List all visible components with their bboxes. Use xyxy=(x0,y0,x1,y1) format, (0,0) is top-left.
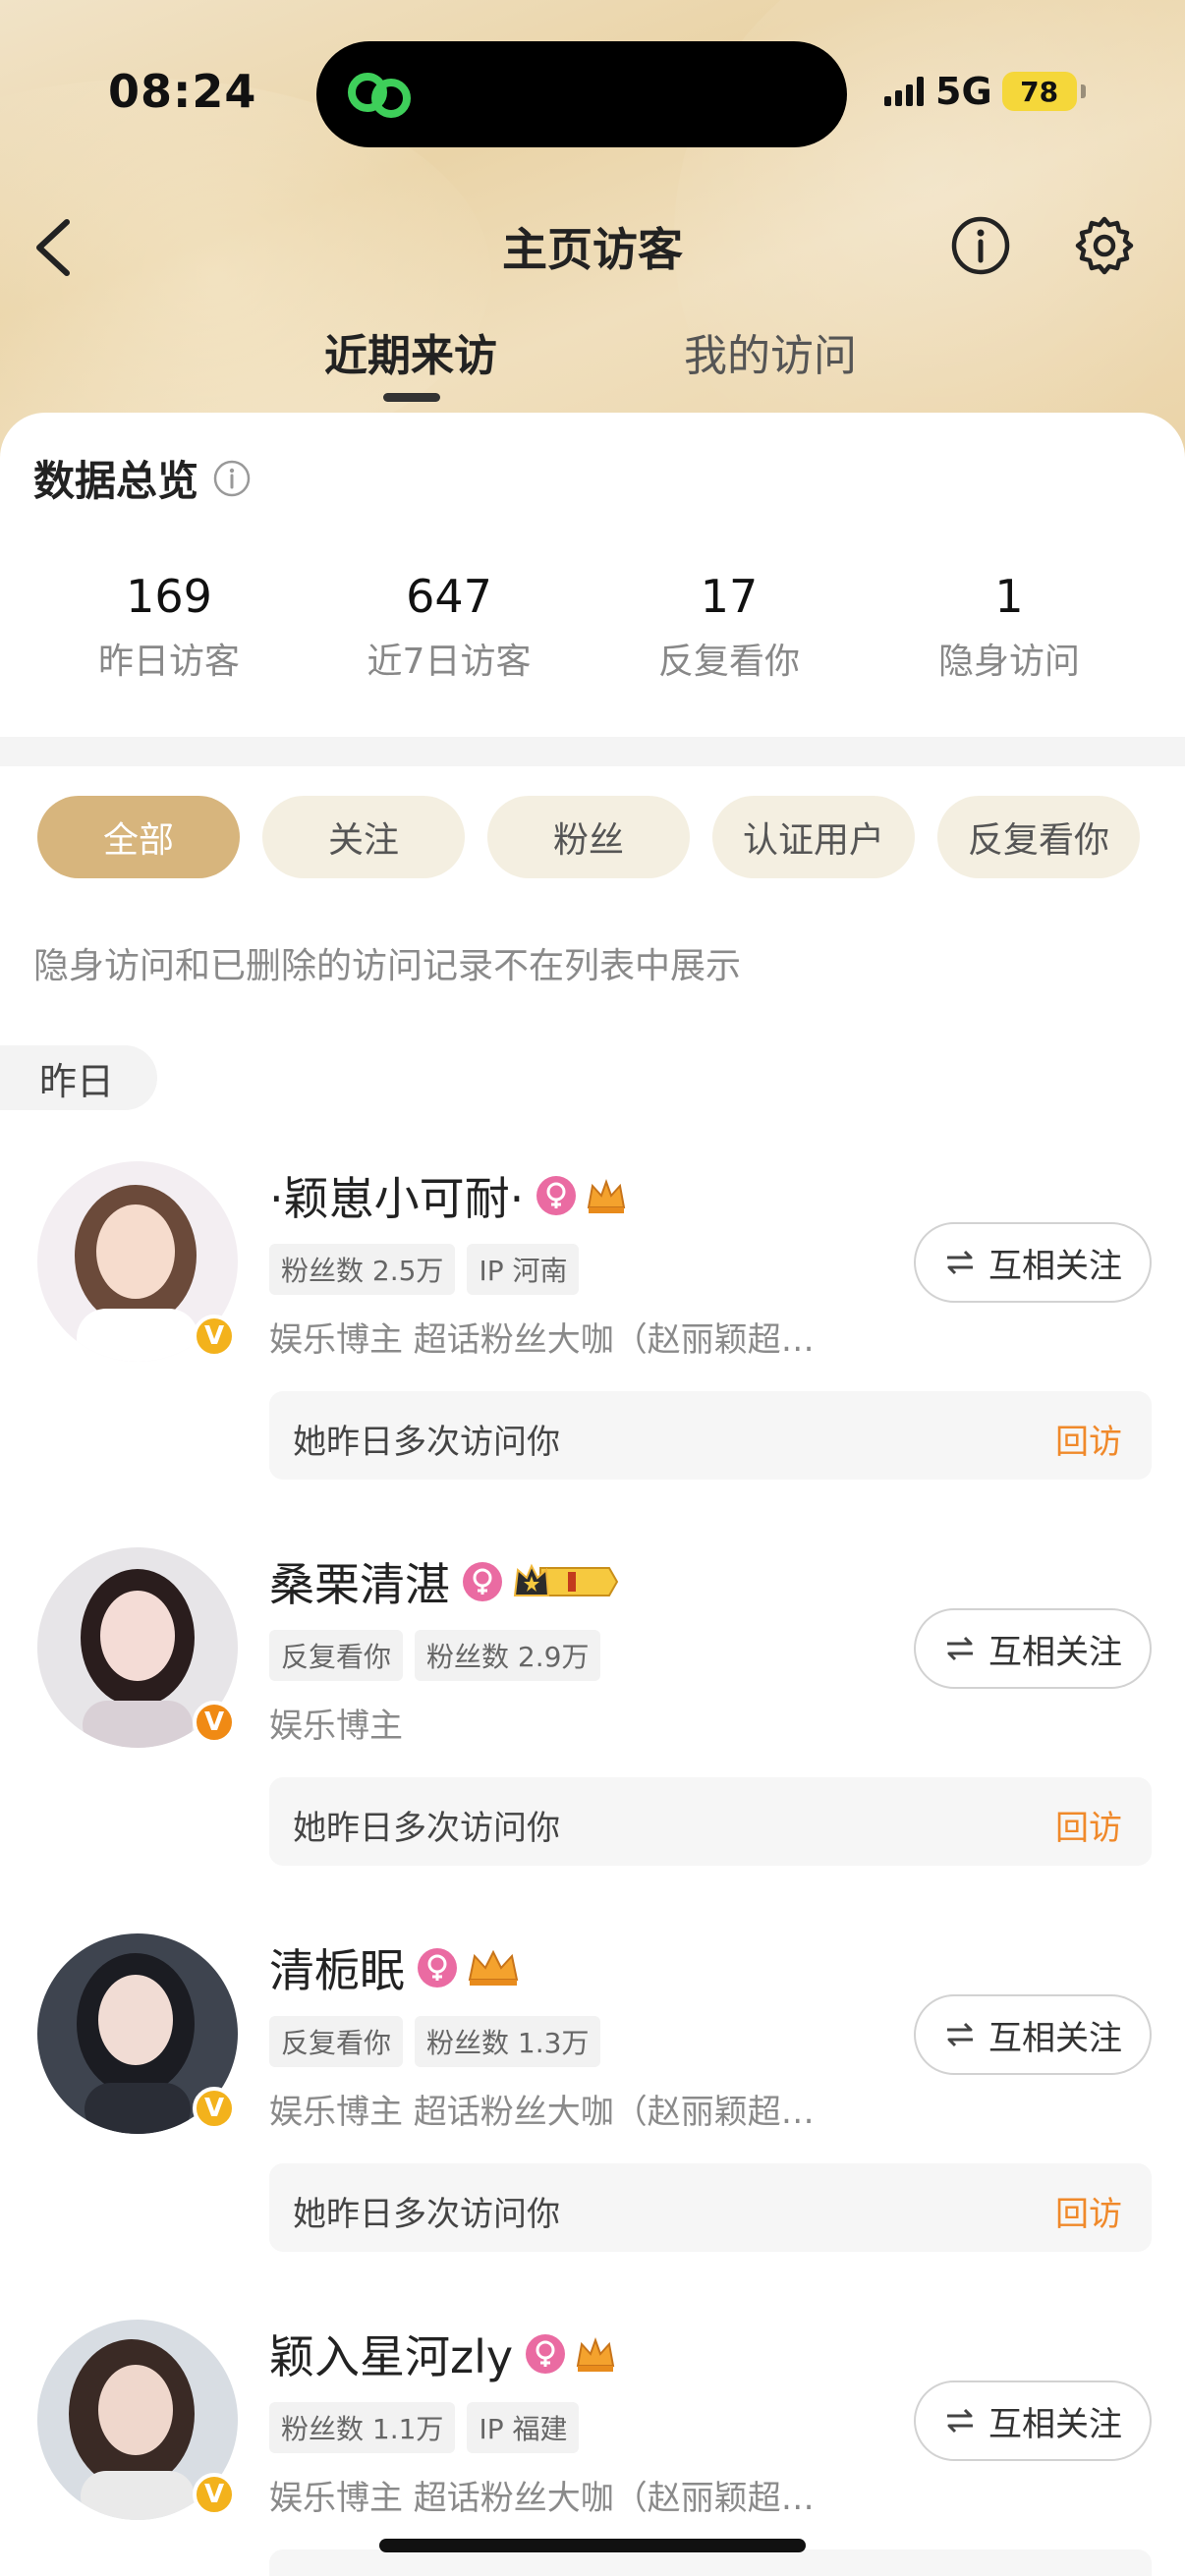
stat-value: 1 xyxy=(994,570,1024,623)
visitor-row[interactable]: V 颖入星河zly 粉丝数 1.1万 IP 福建 娱乐博主 超话粉丝大咖（赵丽颖… xyxy=(0,2320,1185,2576)
visitor-tags: 反复看你 粉丝数 1.3万 xyxy=(269,2016,601,2067)
visitor-tags: 粉丝数 2.5万 IP 河南 xyxy=(269,1244,580,1295)
section-divider xyxy=(0,737,1185,766)
signal-icon xyxy=(884,77,924,106)
crown-badge-icon xyxy=(468,1949,519,1986)
stat-label: 昨日访客 xyxy=(97,642,240,682)
visitor-name[interactable]: ·颖崽小可耐· xyxy=(269,1163,628,1228)
crown-badge-icon xyxy=(576,2337,615,2372)
follow-label: 互相关注 xyxy=(988,2404,1122,2444)
visitor-tags: 反复看你 粉丝数 2.9万 xyxy=(269,1630,601,1681)
visitor-description: 娱乐博主 超话粉丝大咖（赵丽颖超… xyxy=(269,2093,815,2132)
mutual-follow-button[interactable]: 互相关注 xyxy=(914,1994,1152,2075)
visitor-description: 娱乐博主 超话粉丝大咖（赵丽颖超… xyxy=(269,2479,815,2518)
visitor-row[interactable]: V 桑栗清湛 反复看你 粉丝数 2.9万 娱乐博主 互相关注 她昨日多次访问你 … xyxy=(0,1547,1185,1931)
tag: 粉丝数 1.1万 xyxy=(269,2402,456,2453)
follow-label: 互相关注 xyxy=(988,1632,1122,1672)
stat-label: 隐身访问 xyxy=(937,642,1080,682)
info-circle-icon[interactable] xyxy=(212,459,252,498)
verified-badge-icon: V xyxy=(193,2473,236,2516)
visit-info-bar: 她昨日多次访问你 回访 xyxy=(269,1391,1152,1480)
stat-value: 17 xyxy=(700,570,759,623)
visitor-name-text: 桑栗清湛 xyxy=(269,1558,450,1611)
status-indicators: 5G 78 xyxy=(884,69,1086,114)
tag: IP 河南 xyxy=(467,1244,580,1295)
stat-label: 反复看你 xyxy=(657,642,800,682)
vip-level-badge-icon xyxy=(513,1563,619,1596)
filter-verified[interactable]: 认证用户 xyxy=(712,796,915,878)
info-circle-icon[interactable] xyxy=(949,214,1012,277)
crown-badge-icon xyxy=(588,1179,626,1213)
visitor-description: 娱乐博主 xyxy=(269,1707,403,1746)
gear-icon[interactable] xyxy=(1073,214,1136,277)
filter-fans[interactable]: 粉丝 xyxy=(487,796,690,878)
mutual-arrows-icon xyxy=(947,2022,973,2047)
active-tab-indicator xyxy=(383,393,440,402)
follow-label: 互相关注 xyxy=(988,2018,1122,2058)
revisit-link[interactable]: 回访 xyxy=(1055,1801,1122,1849)
visit-info-bar: 她昨日多次访问你 回访 xyxy=(269,1777,1152,1866)
stat-label: 近7日访客 xyxy=(367,642,532,682)
visitor-name[interactable]: 颖入星河zly xyxy=(269,2322,617,2386)
visitor-name[interactable]: 清栀眠 xyxy=(269,1935,521,2000)
dynamic-island xyxy=(316,41,847,147)
tag: 粉丝数 2.9万 xyxy=(415,1630,601,1681)
filter-repeat-viewers[interactable]: 反复看你 xyxy=(937,796,1140,878)
tab-recent-visitors[interactable]: 近期来访 xyxy=(324,320,497,383)
overview-title-text: 数据总览 xyxy=(33,457,199,505)
female-icon xyxy=(526,2334,566,2374)
mutual-follow-button[interactable]: 互相关注 xyxy=(914,1222,1152,1303)
visitor-row[interactable]: V 清栀眠 反复看你 粉丝数 1.3万 娱乐博主 超话粉丝大咖（赵丽颖超… 互相… xyxy=(0,1933,1185,2317)
battery-icon: 78 xyxy=(1001,72,1086,111)
stat-7day-visitors[interactable]: 647 近7日访客 xyxy=(321,570,577,684)
home-indicator[interactable] xyxy=(379,2539,806,2552)
visit-info-bar: 她昨日多次访问你 回访 xyxy=(269,2163,1152,2252)
visitor-row[interactable]: V ·颖崽小可耐· 粉丝数 2.5万 IP 河南 娱乐博主 超话粉丝大咖（赵丽颖… xyxy=(0,1161,1185,1544)
mutual-arrows-icon xyxy=(947,1250,973,1275)
follow-label: 互相关注 xyxy=(988,1246,1122,1286)
female-icon xyxy=(463,1562,502,1601)
revisit-link[interactable]: 回访 xyxy=(1055,1415,1122,1463)
privacy-notice: 隐身访问和已删除的访问记录不在列表中展示 xyxy=(33,946,742,986)
tag: 粉丝数 1.3万 xyxy=(415,2016,601,2067)
female-icon xyxy=(536,1176,577,1215)
mutual-arrows-icon xyxy=(947,2408,973,2434)
stat-value: 647 xyxy=(406,570,492,623)
app-link-icon xyxy=(348,73,411,118)
visitor-tags: 粉丝数 1.1万 IP 福建 xyxy=(269,2402,580,2453)
filter-all[interactable]: 全部 xyxy=(37,796,240,878)
stat-hidden-visits[interactable]: 1 隐身访问 xyxy=(881,570,1137,684)
visitor-name-text: 清栀眠 xyxy=(269,1944,405,1997)
tab-my-visits[interactable]: 我的访问 xyxy=(684,320,857,383)
visit-text: 她昨日多次访问你 xyxy=(293,1423,560,1462)
visitor-description: 娱乐博主 超话粉丝大咖（赵丽颖超… xyxy=(269,1320,815,1360)
mutual-follow-button[interactable]: 互相关注 xyxy=(914,1608,1152,1689)
revisit-link[interactable]: 回访 xyxy=(1055,2187,1122,2235)
stat-yesterday-visitors[interactable]: 169 昨日访客 xyxy=(41,570,297,684)
overview-section-title: 数据总览 xyxy=(33,448,252,508)
network-type: 5G xyxy=(935,70,992,113)
visit-text: 她昨日多次访问你 xyxy=(293,2195,560,2234)
verified-badge-icon: V xyxy=(193,1315,236,1358)
visitor-name-text: ·颖崽小可耐· xyxy=(269,1172,525,1225)
visitor-name[interactable]: 桑栗清湛 xyxy=(269,1549,619,1614)
visit-text: 她昨日多次访问你 xyxy=(293,1809,560,1848)
mutual-follow-button[interactable]: 互相关注 xyxy=(914,2380,1152,2461)
female-icon xyxy=(418,1948,457,1988)
verified-badge-icon: V xyxy=(193,1701,236,1744)
filter-following[interactable]: 关注 xyxy=(262,796,465,878)
tag: 反复看你 xyxy=(269,2016,404,2067)
tag: 粉丝数 2.5万 xyxy=(269,1244,456,1295)
verified-badge-icon: V xyxy=(193,2087,236,2130)
tag: IP 福建 xyxy=(467,2402,580,2453)
stat-repeat-viewers[interactable]: 17 反复看你 xyxy=(601,570,857,684)
stat-value: 169 xyxy=(126,570,212,623)
status-time: 08:24 xyxy=(108,65,257,118)
visit-info-bar xyxy=(269,2549,1152,2576)
mutual-arrows-icon xyxy=(947,1636,973,1661)
date-section-label: 昨日 xyxy=(0,1045,157,1110)
visitor-name-text: 颖入星河zly xyxy=(269,2330,514,2383)
tag: 反复看你 xyxy=(269,1630,404,1681)
